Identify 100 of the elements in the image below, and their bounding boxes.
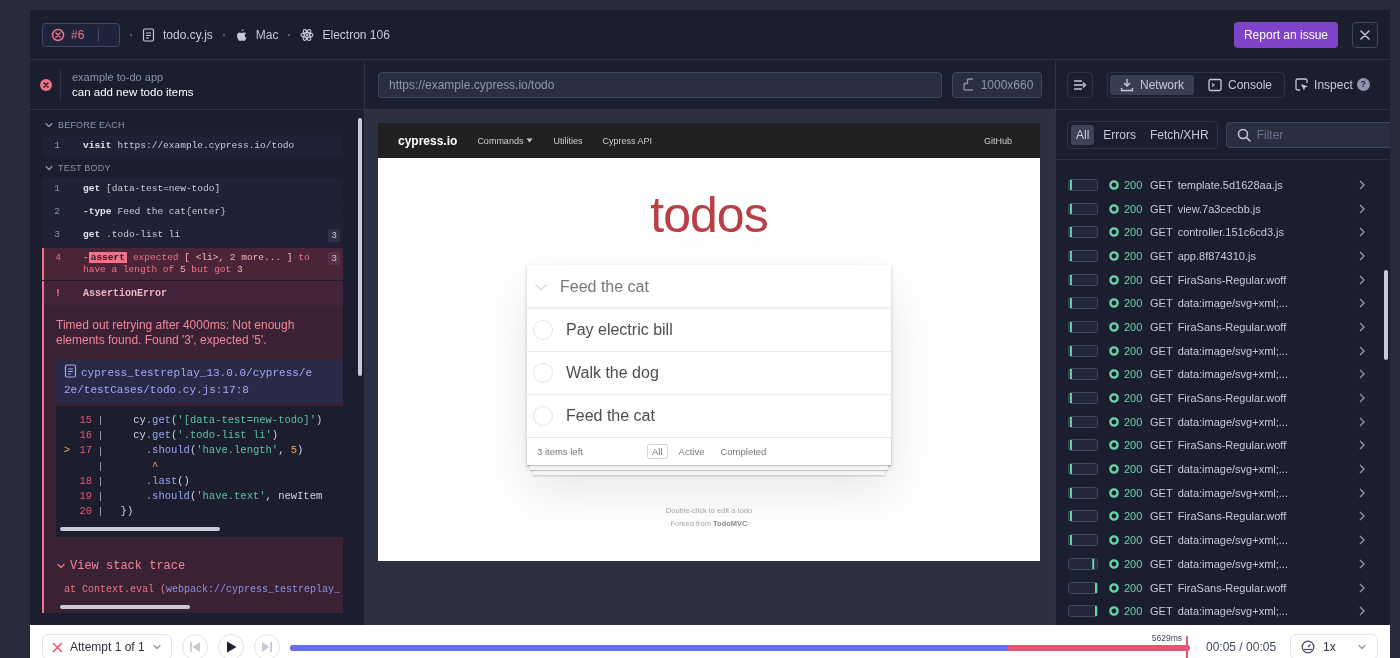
command-row[interactable]: 3 get .todo-list li 3 — [42, 224, 343, 247]
speed-dropdown[interactable]: 1x — [1290, 634, 1378, 658]
file-link[interactable]: cypress_testreplay_13.0.0/cypress/e2e/testCases/todo.cy.js:17:8 — [56, 360, 343, 403]
download-icon — [1120, 77, 1134, 92]
status-icon — [1109, 511, 1119, 522]
chevron-icon — [44, 163, 54, 173]
filter-field[interactable]: Filter — [1225, 121, 1390, 148]
section-toggle[interactable]: BEFORE EACH — [42, 115, 125, 135]
chevron-right-icon — [1358, 227, 1366, 238]
chevron-right-icon — [1358, 416, 1366, 427]
command-text: visit https://example.cypress.io/todo — [83, 140, 296, 152]
status-code: 200 — [1124, 273, 1144, 286]
status-code: 200 — [1124, 226, 1144, 239]
stack-link[interactable]: webpack://cypress_testreplay_ — [166, 584, 341, 596]
request-name: template.5d1628aa.js — [1177, 178, 1283, 191]
request-method: GET — [1150, 368, 1173, 381]
stack-trace-line: at Context.eval (webpack://cypress_testreplay_ — [64, 584, 342, 596]
status-code: 200 — [1124, 415, 1144, 428]
close-button[interactable] — [1352, 21, 1378, 48]
chevron-right-icon — [1358, 393, 1366, 404]
status-icon — [1109, 274, 1119, 285]
status-code: 200 — [1124, 534, 1144, 547]
command-text: get .todo-list li — [83, 229, 182, 241]
request-name: FiraSans-Regular.woff — [1177, 581, 1287, 594]
nav-link[interactable]: GitHub — [984, 135, 1012, 146]
test-title: can add new todo items — [72, 86, 194, 98]
chevron-right-icon — [1358, 369, 1366, 380]
request-name: data:image/svg+xml;... — [1177, 344, 1288, 357]
command-number: 1 — [53, 140, 61, 152]
filter-chip[interactable]: Errors — [1098, 124, 1141, 145]
error-name: AssertionError — [83, 287, 167, 299]
request-method: GET — [1150, 439, 1173, 452]
tab[interactable]: Network — [1110, 74, 1194, 95]
request-name: data:image/svg+xml;... — [1177, 463, 1288, 476]
report-issue-button[interactable]: Report an issue — [1233, 21, 1338, 48]
filter-chip[interactable]: Fetch/XHR — [1145, 124, 1214, 145]
request-method: GET — [1150, 202, 1173, 215]
playhead[interactable] — [1186, 636, 1189, 658]
status-icon — [1109, 416, 1119, 427]
skip-back-button[interactable] — [182, 634, 208, 658]
line-number: 20 — [78, 504, 92, 520]
resize-icon — [960, 77, 975, 92]
new-todo-field[interactable]: Feed the cat — [560, 277, 891, 296]
close-icon — [1360, 29, 1370, 40]
command-row[interactable]: 1 visit https://example.cypress.io/todo — [42, 135, 343, 157]
collapse-button[interactable] — [1067, 71, 1093, 98]
stack-trace-toggle[interactable]: View stack trace — [56, 557, 186, 576]
chevron-right-icon — [1358, 345, 1366, 356]
filter-chip[interactable]: All — [1071, 124, 1095, 145]
url-field[interactable]: https://example.cypress.io/todo — [378, 71, 942, 98]
request-method: GET — [1150, 344, 1173, 357]
help-icon[interactable]: ? — [1356, 78, 1370, 91]
nav-link[interactable]: Utilities — [553, 135, 583, 146]
filter-link[interactable]: All — [647, 444, 668, 459]
command-number: 4 — [54, 252, 62, 264]
todo-text: Feed the cat — [566, 407, 655, 425]
command-number: 2 — [53, 206, 61, 218]
chevron-icon — [44, 120, 54, 130]
chevron-icon — [534, 281, 548, 292]
command-row[interactable]: 2 -type Feed the cat{enter} — [42, 201, 343, 223]
status-icon — [1109, 487, 1119, 498]
status-icon — [1109, 369, 1119, 380]
command-number: 1 — [53, 183, 61, 195]
os-name: Mac — [255, 27, 279, 42]
skip-back-icon — [189, 641, 201, 653]
cursor-icon — [1295, 77, 1310, 92]
attempt-label: Attempt 1 of 1 — [70, 640, 145, 654]
inspect-button[interactable]: Inspect — [1295, 77, 1353, 92]
viewport-button[interactable]: 1000x660 — [952, 71, 1042, 98]
filter-link[interactable]: Active — [673, 444, 710, 459]
status-icon — [1109, 321, 1119, 332]
attempt-dropdown[interactable]: Attempt 1 of 1 — [42, 634, 172, 658]
atom-icon — [300, 27, 315, 42]
status-icon — [1109, 203, 1119, 214]
section-toggle[interactable]: TEST BODY — [42, 158, 111, 178]
run-badge[interactable]: #6 — [42, 22, 120, 47]
request-method: GET — [1150, 486, 1173, 499]
request-name: controller.151c6cd3.js — [1177, 226, 1285, 239]
chevron-right-icon — [1358, 440, 1366, 451]
line-marker: > — [62, 443, 70, 459]
tab[interactable]: Console — [1198, 74, 1283, 95]
status-code: 200 — [1124, 510, 1144, 523]
command-row[interactable]: 1 get [data-test=new-todo] — [42, 178, 343, 200]
gauge-icon — [1301, 640, 1315, 654]
apple-icon — [234, 27, 248, 42]
play-button[interactable] — [218, 634, 244, 658]
spec-name: todo.cy.js — [163, 27, 213, 42]
nav-link[interactable]: Commands — [477, 135, 534, 146]
request-name: FiraSans-Regular.woff — [1177, 320, 1287, 333]
command-row[interactable]: 4 - assert expected [ <li>, 2 more... ] to have a length of 5 but got 3 3 — [42, 248, 343, 280]
skip-forward-button[interactable] — [254, 634, 280, 658]
nav-link[interactable]: Cypress API — [602, 135, 652, 146]
status-code: 200 — [1124, 202, 1144, 215]
request-name: data:image/svg+xml;... — [1177, 605, 1288, 618]
request-method: GET — [1150, 510, 1173, 523]
status-code: 200 — [1124, 557, 1144, 570]
error-mark: ! — [54, 287, 62, 299]
file-icon — [64, 364, 77, 378]
chevron-right-icon — [1358, 606, 1366, 617]
filter-link[interactable]: Completed — [715, 444, 772, 459]
